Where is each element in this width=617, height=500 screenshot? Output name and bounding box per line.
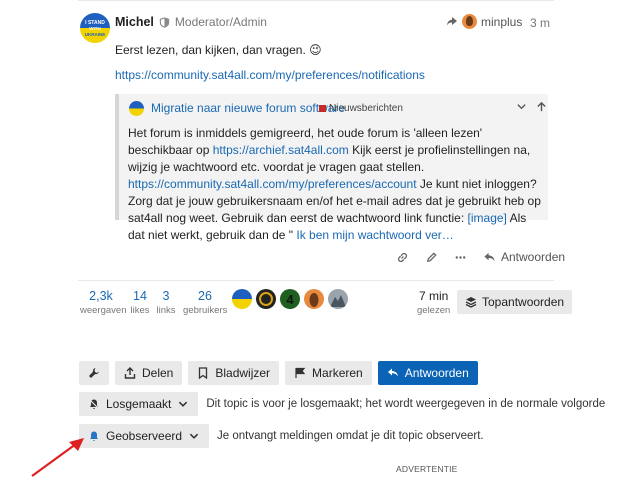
notification-level-dropdown[interactable]: Geobserveerd: [79, 424, 210, 448]
quote-avatar: [129, 101, 144, 116]
image-link[interactable]: [image]: [468, 211, 507, 225]
users-label: gebruikers: [183, 305, 228, 316]
reply-label: Antwoorden: [404, 366, 469, 380]
avatar[interactable]: [256, 289, 276, 309]
likes-count: 14: [133, 289, 147, 303]
bookmark-label: Bladwijzer: [215, 366, 271, 380]
chevron-down-icon[interactable]: [516, 101, 527, 112]
bookmark-icon: [199, 367, 208, 379]
top-answers-label: Topantwoorden: [482, 295, 565, 309]
links-label: links: [156, 305, 176, 316]
quote-controls: [516, 101, 547, 112]
wrench-icon: [89, 368, 99, 378]
stats-divider: [78, 280, 554, 281]
annotation-arrow: [31, 438, 84, 477]
archive-link[interactable]: https://archief.sat4all.com: [213, 143, 349, 157]
shield-icon: [159, 16, 170, 28]
users-count: 26: [198, 289, 212, 303]
pencil-icon[interactable]: [425, 251, 438, 264]
links-count: 3: [162, 289, 170, 303]
reply-button[interactable]: Antwoorden: [377, 361, 478, 385]
category-color-square: [319, 105, 326, 112]
chevron-down-icon: [189, 433, 199, 439]
onebox-quote: Migratie naar nieuwe forum software Nieu…: [115, 94, 548, 242]
avatar[interactable]: [232, 289, 252, 309]
bell-slash-icon: [88, 398, 100, 410]
post-author: Michel Moderator/Admin: [115, 15, 267, 29]
read-time-label: gelezen: [417, 305, 451, 316]
participant-avatars: 4: [232, 289, 348, 309]
avatar[interactable]: 4: [280, 289, 300, 309]
users-stat[interactable]: 26 gebruikers: [183, 289, 227, 316]
author-name[interactable]: Michel: [115, 15, 154, 29]
flag-label: Markeren: [312, 366, 363, 380]
share-label: Delen: [142, 366, 174, 380]
likes-stat[interactable]: 14 likes: [128, 289, 152, 316]
arrow-up-icon[interactable]: [536, 101, 547, 112]
svg-text:UKRAINE: UKRAINE: [85, 32, 106, 37]
author-avatar[interactable]: I STAND WITH UKRAINE: [80, 13, 110, 43]
notification-row-watching: Geobserveerd Je ontvangt meldingen omdat…: [79, 424, 484, 448]
more-icon[interactable]: [454, 251, 467, 264]
category-name: Nieuwsberichten: [329, 103, 403, 114]
account-link[interactable]: https://community.sat4all.com/my/prefere…: [128, 177, 417, 191]
post-reply-label: Antwoorden: [501, 250, 566, 264]
advertisement-label: ADVERTENTIE: [396, 464, 458, 474]
avatar[interactable]: [304, 289, 324, 309]
share-button[interactable]: Delen: [115, 361, 183, 385]
category-badge[interactable]: Nieuwsberichten: [319, 103, 403, 114]
author-role: Moderator/Admin: [174, 15, 267, 29]
likes-label: likes: [130, 305, 150, 316]
notification-level-description: Dit topic is voor je losgemaakt; het wor…: [206, 398, 606, 410]
notification-level-label: Losgemaakt: [106, 397, 172, 411]
topic-footer-buttons: Delen Bladwijzer Markeren Antwoorden: [79, 361, 478, 385]
quote-title[interactable]: Migratie naar nieuwe forum software: [151, 101, 345, 115]
post-reply-button[interactable]: Antwoorden: [483, 250, 565, 264]
bookmark-button[interactable]: Bladwijzer: [188, 361, 280, 385]
svg-text:4: 4: [286, 292, 294, 307]
svg-text:WITH: WITH: [89, 26, 101, 31]
post-actions: Antwoorden: [396, 250, 565, 264]
reply-to-indicator[interactable]: minplus: [446, 14, 522, 29]
notification-level-label: Geobserveerd: [106, 429, 183, 443]
top-divider: [78, 0, 554, 1]
post-body-text: Eerst lezen, dan kijken, dan vragen. 😉: [115, 43, 322, 57]
share-icon: [124, 367, 136, 379]
notification-level-dropdown[interactable]: Losgemaakt: [79, 392, 199, 416]
read-time-value: 7 min: [418, 289, 449, 303]
reply-icon: [484, 252, 495, 261]
forgot-password-link[interactable]: Ik ben mijn wachtwoord ver…: [296, 228, 453, 242]
layers-icon: [465, 297, 477, 308]
link-icon[interactable]: [396, 251, 409, 264]
reply-to-avatar: [462, 14, 477, 29]
views-stat: 2,3k weergaven: [80, 289, 127, 316]
quote-text: Het forum is inmiddels gemigreerd, het o…: [128, 125, 546, 244]
flag-button[interactable]: Markeren: [285, 361, 372, 385]
notifications-link[interactable]: https://community.sat4all.com/my/prefere…: [115, 68, 425, 82]
views-count: 2,3k: [89, 289, 113, 303]
links-stat[interactable]: 3 links: [156, 289, 176, 316]
admin-wrench-button[interactable]: [79, 361, 109, 385]
notification-level-description: Je ontvangt meldingen omdat je dit topic…: [217, 430, 484, 442]
notification-row-muted: Losgemaakt Dit topic is voor je losgemaa…: [79, 392, 605, 416]
chevron-down-icon: [179, 401, 188, 407]
reply-icon: [387, 368, 398, 377]
views-label: weergaven: [80, 305, 127, 316]
reply-to-username: minplus: [481, 14, 523, 29]
reply-arrow-icon: [447, 17, 457, 26]
read-time-stat: 7 min gelezen: [417, 289, 450, 316]
top-answers-button[interactable]: Topantwoorden: [457, 290, 573, 314]
avatar[interactable]: [328, 289, 348, 309]
post-date[interactable]: 3 m: [530, 16, 550, 30]
flag-icon: [295, 367, 306, 378]
